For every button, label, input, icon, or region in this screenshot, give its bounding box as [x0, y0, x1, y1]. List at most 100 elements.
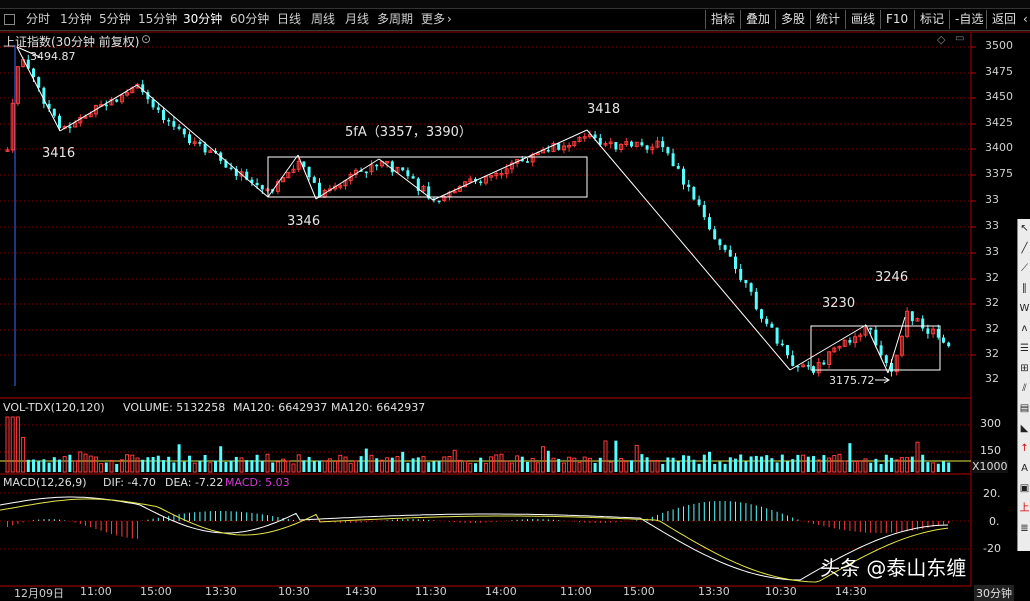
volume-bar-54 [286, 460, 291, 473]
volume-bar-11 [62, 456, 67, 473]
volume-bar-67 [353, 460, 358, 473]
candle-body-31 [167, 120, 171, 122]
volume-bar-33 [177, 444, 181, 472]
note-tool-icon[interactable]: ▣ [1018, 481, 1030, 497]
list-tool-icon[interactable]: ≣ [1018, 521, 1030, 537]
candle-body-38 [203, 143, 207, 153]
candle-body-146 [765, 318, 769, 324]
candle-body-123 [645, 145, 649, 150]
macd-bars [7, 501, 950, 539]
volume-unit: X1000 [972, 460, 1008, 473]
volume-bar-75 [395, 456, 400, 473]
candle-body-149 [780, 343, 784, 346]
volume-bar-137 [718, 461, 722, 472]
stroke-segment-6 [378, 158, 434, 201]
fib-tool-icon[interactable]: ☰ [1018, 341, 1030, 357]
volume-bar-126 [661, 463, 665, 472]
zigzag-tool-icon[interactable]: ʌ [1018, 321, 1030, 337]
restore-window-icon[interactable]: ▭ [955, 33, 964, 44]
volume-bar-47 [250, 460, 254, 472]
volume-bar-110 [577, 462, 582, 473]
volume-bar-114 [598, 457, 602, 472]
volume-bar-174 [910, 456, 914, 472]
volume-ma2: MA120: 6642937 [331, 401, 426, 414]
candle-body-35 [188, 134, 191, 144]
volume-bar-134 [702, 454, 706, 472]
price-tick-4: 3400 [985, 141, 1013, 154]
settings-circle-icon[interactable]: ⊙ [141, 32, 151, 46]
volume-bar-99 [520, 456, 524, 472]
volume-bar-154 [806, 456, 810, 472]
volume-bar-21 [115, 463, 119, 472]
volume-bar-72 [379, 459, 384, 473]
candle-body-100 [526, 161, 529, 163]
diamond-icon[interactable]: ◇ [937, 33, 945, 46]
line-tool-icon[interactable]: ╱ [1018, 241, 1030, 257]
volume-bar-32 [172, 462, 176, 472]
volume-bar-170 [890, 457, 893, 472]
volume-bar-46 [245, 460, 249, 472]
volume-bar-6 [37, 460, 41, 472]
volume-bar-26 [141, 459, 145, 472]
volume-bar-164 [858, 460, 863, 473]
candle-body-177 [926, 328, 930, 334]
cursor-icon[interactable]: ↖ [1018, 221, 1030, 237]
volume-bar-19 [104, 462, 108, 472]
volume-bar-57 [302, 460, 306, 472]
stroke-segment-5 [315, 158, 380, 200]
volume-bar-44 [234, 456, 238, 472]
volume-bar-49 [260, 460, 264, 472]
kline-chart[interactable] [0, 0, 1030, 599]
volume-bar-119 [624, 461, 629, 473]
up-arrow-tool-icon[interactable]: ↑ [1018, 441, 1030, 457]
volume-bar-30 [162, 460, 165, 472]
volume-bar-45 [239, 457, 244, 473]
volume-bar-169 [884, 454, 888, 472]
candle-body-135 [708, 217, 711, 230]
fan-tool-icon[interactable]: ◣ [1018, 421, 1030, 437]
volume-bar-27 [146, 457, 150, 472]
time-tick-11: 10:30 [765, 585, 797, 598]
volume-bar-37 [198, 460, 202, 472]
candle-body-174 [910, 311, 914, 322]
candle-body-69 [364, 171, 368, 174]
volume-bar-5 [32, 459, 35, 472]
up-mark-tool-icon[interactable]: 上 [1018, 501, 1030, 517]
parallel-tool-icon[interactable]: ∥ [1018, 281, 1030, 297]
volume-bar-153 [801, 454, 806, 473]
wave-tool-icon[interactable]: W [1018, 301, 1030, 317]
volume-bar-41 [219, 446, 223, 472]
volume-bar-63 [333, 460, 338, 473]
candle-body-104 [546, 149, 550, 152]
text-tool-icon[interactable]: A [1018, 461, 1030, 477]
box-tool-icon[interactable]: ▤ [1018, 401, 1030, 417]
price-tick-5: 3375 [985, 167, 1013, 180]
candle-body-154 [806, 365, 810, 367]
volume-bar-179 [936, 463, 940, 472]
volume-bar-15 [83, 453, 88, 473]
volume-bar-175 [915, 441, 920, 473]
annotation-3418: 3418 [587, 102, 621, 117]
volume-tick-150: 150 [980, 444, 1001, 457]
volume-bar-136 [713, 463, 717, 472]
price-tick-0: 3500 [985, 39, 1013, 52]
volume-bar-101 [530, 457, 535, 473]
candle-body-180 [942, 337, 945, 343]
volume-bar-172 [899, 457, 904, 473]
candle-body-19 [104, 104, 108, 107]
candle-body-33 [177, 126, 181, 129]
volume-bar-61 [322, 460, 327, 473]
channel-tool-icon[interactable]: ⫽ [1018, 381, 1030, 397]
gann-tool-icon[interactable]: ⊞ [1018, 361, 1030, 377]
volume-bar-131 [687, 455, 691, 472]
stroke-segment-1 [59, 84, 138, 132]
volume-bar-161 [842, 460, 847, 473]
volume-bar-77 [406, 462, 410, 472]
candle-body-30 [162, 109, 165, 121]
volume-bar-96 [504, 460, 509, 473]
volume-bar-93 [489, 456, 494, 473]
ray-tool-icon[interactable]: ⟋ [1018, 261, 1030, 277]
volume-bar-64 [338, 454, 343, 473]
volume-bar-98 [515, 455, 520, 473]
volume-bar-116 [608, 461, 613, 473]
